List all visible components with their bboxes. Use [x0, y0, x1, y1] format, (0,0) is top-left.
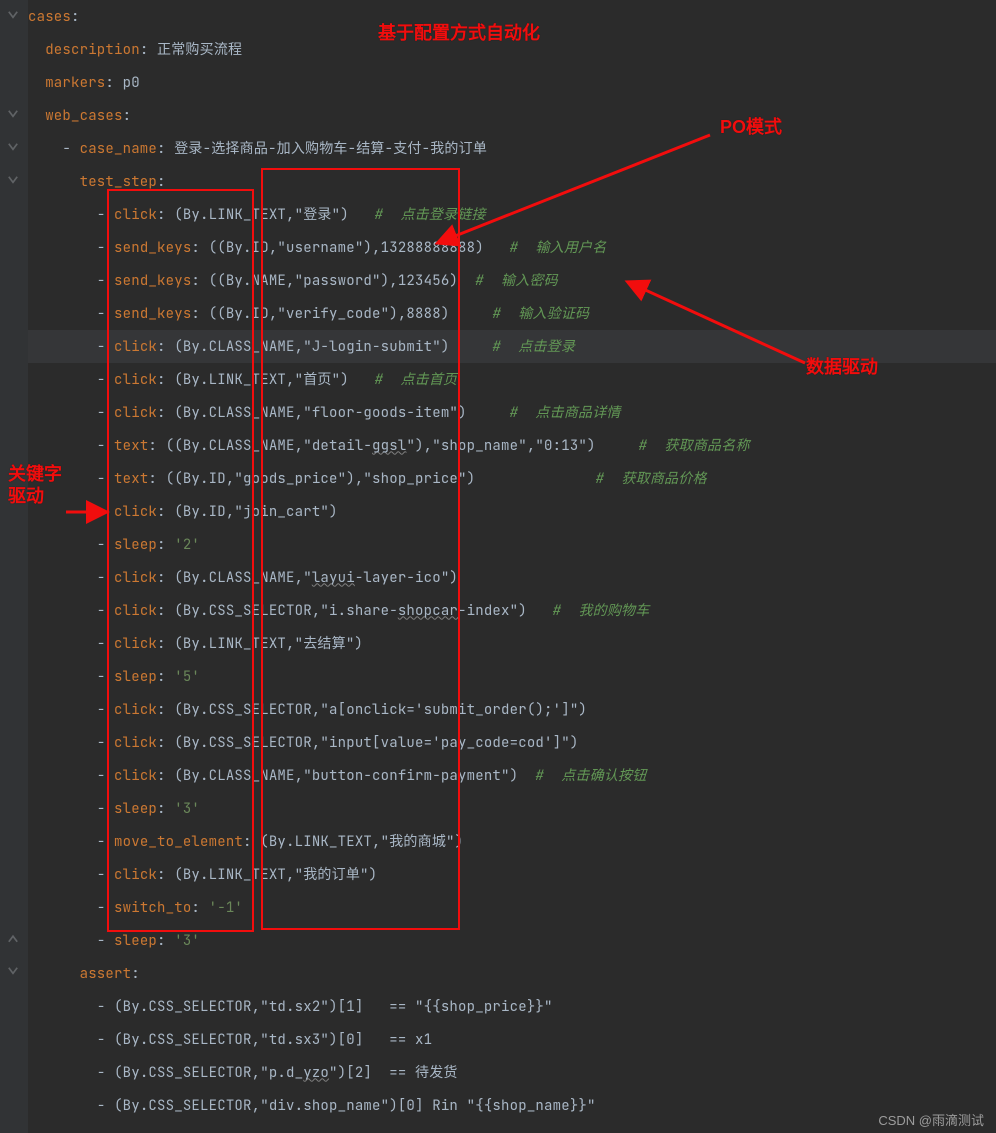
code-line[interactable]: - click: (By.ID,"join_cart")	[28, 495, 996, 528]
code-line[interactable]: - click: (By.LINK_TEXT,"去结算")	[28, 627, 996, 660]
code-area[interactable]: cases: description: 正常购买流程 markers: p0 w…	[28, 0, 996, 1133]
code-line[interactable]: - text: ((By.ID,"goods_price"),"shop_pri…	[28, 462, 996, 495]
code-line[interactable]: - (By.CSS_SELECTOR,"div.shop_name")[0] R…	[28, 1089, 996, 1122]
fold-end-icon[interactable]	[6, 932, 20, 946]
fold-icon[interactable]	[6, 965, 20, 979]
code-line[interactable]: - case_name: 登录-选择商品-加入购物车-结算-支付-我的订单	[28, 132, 996, 165]
watermark: CSDN @雨滴测试	[878, 1114, 984, 1127]
code-line[interactable]: - switch_to: '-1'	[28, 891, 996, 924]
code-line[interactable]: - sleep: '3'	[28, 792, 996, 825]
code-line[interactable]: - (By.CSS_SELECTOR,"td.sx3")[0] == x1	[28, 1023, 996, 1056]
code-editor[interactable]: cases: description: 正常购买流程 markers: p0 w…	[0, 0, 996, 1133]
code-line[interactable]: - (By.CSS_SELECTOR,"td.sx2")[1] == "{{sh…	[28, 990, 996, 1023]
code-line[interactable]: - (By.CSS_SELECTOR,"p.d_yzo")[2] == 待发货	[28, 1056, 996, 1089]
code-line[interactable]: - click: (By.LINK_TEXT,"我的订单")	[28, 858, 996, 891]
code-line[interactable]: test_step:	[28, 165, 996, 198]
fold-icon[interactable]	[6, 141, 20, 155]
code-line[interactable]: - send_keys: ((By.NAME,"password"),12345…	[28, 264, 996, 297]
fold-icon[interactable]	[6, 174, 20, 188]
code-line[interactable]: - click: (By.LINK_TEXT,"登录") # 点击登录链接	[28, 198, 996, 231]
code-line[interactable]: - click: (By.CSS_SELECTOR,"input[value='…	[28, 726, 996, 759]
code-line[interactable]: - sleep: '2'	[28, 528, 996, 561]
gutter	[0, 0, 28, 1133]
code-line[interactable]: - sleep: '5'	[28, 660, 996, 693]
code-line[interactable]: - click: (By.CLASS_NAME,"floor-goods-ite…	[28, 396, 996, 429]
code-line[interactable]: cases:	[28, 0, 996, 33]
code-line[interactable]: - move_to_element: (By.LINK_TEXT,"我的商城")	[28, 825, 996, 858]
code-line[interactable]: markers: p0	[28, 66, 996, 99]
code-line[interactable]: - click: (By.CSS_SELECTOR,"i.share-shopc…	[28, 594, 996, 627]
code-line[interactable]: - click: (By.CSS_SELECTOR,"a[onclick='su…	[28, 693, 996, 726]
fold-icon[interactable]	[6, 9, 20, 23]
code-line[interactable]: assert:	[28, 957, 996, 990]
code-line[interactable]: web_cases:	[28, 99, 996, 132]
code-line[interactable]: - send_keys: ((By.ID,"username"),1328888…	[28, 231, 996, 264]
code-line[interactable]: - sleep: '3'	[28, 924, 996, 957]
code-line[interactable]: - click: (By.CLASS_NAME,"layui-layer-ico…	[28, 561, 996, 594]
code-line[interactable]: - click: (By.CLASS_NAME,"J-login-submit"…	[28, 330, 996, 363]
code-line[interactable]: - click: (By.LINK_TEXT,"首页") # 点击首页	[28, 363, 996, 396]
fold-icon[interactable]	[6, 108, 20, 122]
code-line[interactable]: - click: (By.CLASS_NAME,"button-confirm-…	[28, 759, 996, 792]
code-line[interactable]: - send_keys: ((By.ID,"verify_code"),8888…	[28, 297, 996, 330]
code-line[interactable]: description: 正常购买流程	[28, 33, 996, 66]
code-line[interactable]: - text: ((By.CLASS_NAME,"detail-ggsl"),"…	[28, 429, 996, 462]
